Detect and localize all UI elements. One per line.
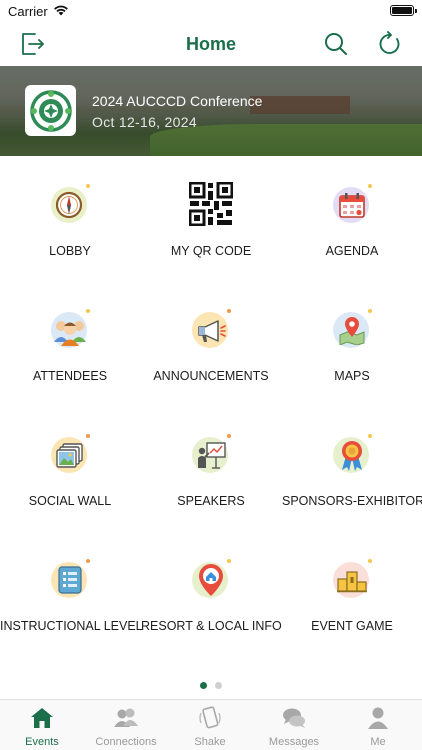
tab-label: Me [370, 736, 386, 748]
tab-connections[interactable]: Connections [84, 700, 168, 750]
ribbon-badge-icon [332, 434, 372, 474]
page-indicator[interactable] [0, 682, 422, 689]
tile-label: EVENT GAME [311, 619, 393, 633]
tile-my-qr-code[interactable]: MY QR CODE [141, 156, 281, 276]
connections-icon [114, 708, 138, 727]
tile-label: INSTRUCTIONAL LEVEL [0, 619, 143, 633]
navigation-bar: Home [0, 22, 422, 66]
calendar-icon [332, 184, 372, 224]
tile-label: SOCIAL WALL [28, 494, 112, 508]
tab-messages[interactable]: Messages [252, 700, 336, 750]
home-pin-icon [191, 559, 231, 599]
tab-events[interactable]: Events [0, 700, 84, 750]
carrier-label: Carrier [8, 4, 48, 19]
tile-agenda[interactable]: AGENDA [282, 156, 422, 276]
tab-shake[interactable]: Shake [168, 700, 252, 750]
wifi-icon [53, 3, 69, 21]
tile-label: LOBBY [49, 244, 91, 258]
megaphone-icon [191, 309, 231, 349]
tile-label: SPONSORS-EXHIBITORS [282, 494, 422, 508]
tile-instructional-level[interactable]: INSTRUCTIONAL LEVEL [0, 531, 143, 651]
shake-phone-icon [199, 706, 221, 729]
page-dot-1[interactable] [200, 682, 207, 689]
event-title: 2024 AUCCCD Conference [92, 93, 263, 109]
people-icon [50, 309, 90, 349]
home-icon [31, 708, 53, 728]
search-button[interactable] [318, 26, 354, 62]
tab-label: Connections [95, 736, 157, 748]
tile-label: AGENDA [325, 244, 379, 258]
tile-speakers[interactable]: SPEAKERS [141, 406, 281, 526]
feature-grid: LOBBY MY QR CODE AGENDA ATTENDEES ANNOUN… [0, 156, 422, 676]
search-icon [325, 33, 347, 55]
tile-sponsors-exhibitors[interactable]: SPONSORS-EXHIBITORS [282, 406, 422, 526]
presenter-icon [191, 434, 231, 474]
photos-icon [50, 434, 90, 474]
tile-label: MY QR CODE [170, 244, 252, 258]
podium-icon [332, 559, 372, 599]
tab-label: Messages [268, 736, 320, 748]
map-pin-icon [332, 309, 372, 349]
compass-icon [50, 184, 90, 224]
battery-icon [390, 5, 417, 16]
page-dot-2[interactable] [215, 682, 222, 689]
tab-label: Shake [194, 736, 226, 748]
page-title: Home [185, 34, 236, 54]
tile-label: RESORT & LOCAL INFO [141, 619, 282, 633]
qr-code-icon [189, 182, 233, 226]
tile-label: SPEAKERS [177, 494, 245, 508]
tab-bar: Events Connections Shake Messages Me [0, 699, 422, 750]
status-bar: Carrier [0, 0, 422, 22]
checklist-icon [50, 559, 90, 599]
tile-lobby[interactable]: LOBBY [0, 156, 140, 276]
event-logo [25, 85, 76, 136]
refresh-button[interactable] [372, 26, 408, 62]
tile-label: ATTENDEES [32, 369, 108, 383]
event-banner[interactable]: 2024 AUCCCD Conference Oct 12-16, 2024 [0, 66, 422, 156]
tile-label: MAPS [334, 369, 370, 383]
tile-social-wall[interactable]: SOCIAL WALL [0, 406, 140, 526]
tile-attendees[interactable]: ATTENDEES [0, 281, 140, 401]
tile-announcements[interactable]: ANNOUNCEMENTS [141, 281, 281, 401]
event-dates: Oct 12-16, 2024 [92, 114, 197, 130]
refresh-icon [379, 31, 400, 54]
tile-resort-local-info[interactable]: RESORT & LOCAL INFO [141, 531, 282, 651]
person-icon [368, 707, 388, 729]
tab-label: Events [25, 736, 59, 748]
chat-bubbles-icon [283, 708, 305, 728]
tile-event-game[interactable]: EVENT GAME [282, 531, 422, 651]
tile-maps[interactable]: MAPS [282, 281, 422, 401]
tile-label: ANNOUNCEMENTS [153, 369, 269, 383]
tab-me[interactable]: Me [336, 700, 420, 750]
